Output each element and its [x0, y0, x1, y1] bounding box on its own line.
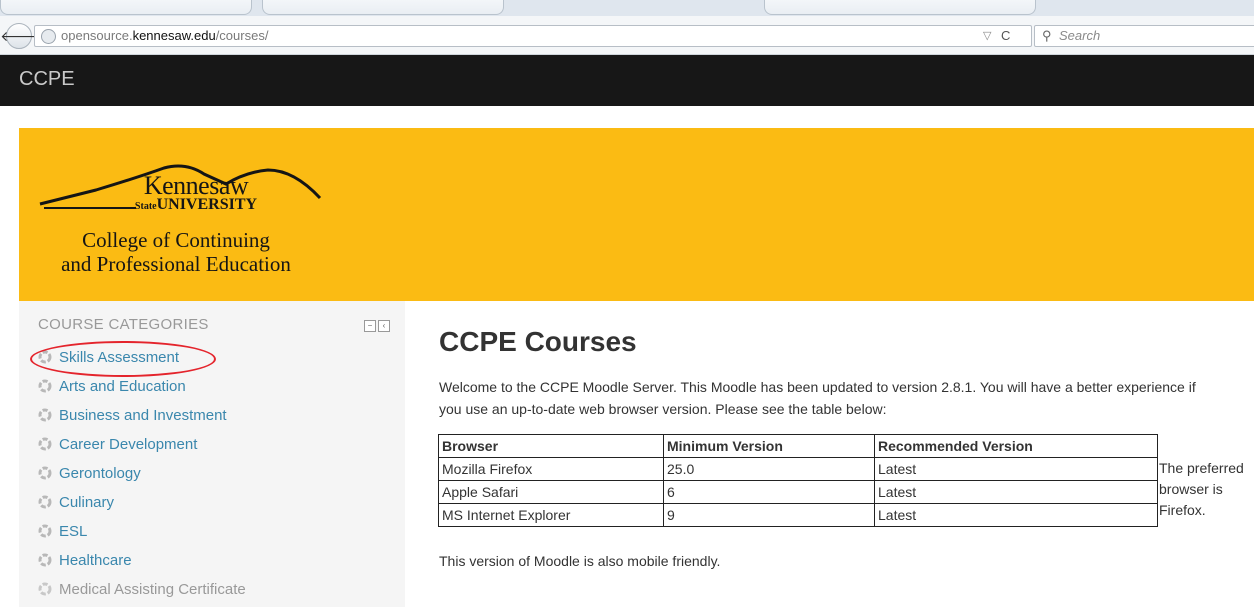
- url-domain: kennesaw.edu: [132, 28, 216, 43]
- category-item-healthcare[interactable]: Healthcare: [36, 551, 246, 580]
- ksu-logo[interactable]: Kennesaw StateUNIVERSITY College of Cont…: [36, 150, 336, 290]
- table-row: Mozilla Firefox 25.0 Latest: [438, 457, 1158, 481]
- category-icon: [38, 553, 52, 567]
- header-banner: Kennesaw StateUNIVERSITY College of Cont…: [19, 128, 1254, 301]
- category-item-business-investment[interactable]: Business and Investment: [36, 406, 246, 435]
- site-brand-link[interactable]: CCPE: [19, 68, 75, 91]
- logo-college-line1: College of Continuing: [82, 228, 270, 252]
- browser-tab[interactable]: [764, 0, 1036, 15]
- category-item-esl[interactable]: ESL: [36, 522, 246, 551]
- reload-icon[interactable]: C: [1001, 26, 1010, 46]
- column-header-min-version: Minimum Version: [663, 434, 875, 458]
- table-cell: Latest: [874, 457, 1158, 481]
- browser-tab[interactable]: [0, 0, 252, 15]
- category-link[interactable]: Business and Investment: [59, 407, 227, 424]
- browser-tab-strip: [0, 0, 1254, 16]
- category-icon: [38, 466, 52, 480]
- table-cell: Latest: [874, 480, 1158, 504]
- globe-icon: [41, 29, 56, 44]
- category-item-medical-assisting[interactable]: Medical Assisting Certificate: [36, 580, 246, 609]
- category-item-career-development[interactable]: Career Development: [36, 435, 246, 464]
- block-title: COURSE CATEGORIES: [38, 316, 209, 333]
- category-icon: [38, 524, 52, 538]
- back-button[interactable]: 🡐: [0, 23, 38, 49]
- table-header-row: Browser Minimum Version Recommended Vers…: [438, 434, 1158, 458]
- table-cell: Latest: [874, 503, 1158, 527]
- column-header-browser: Browser: [438, 434, 664, 458]
- highlight-annotation-ring: [30, 341, 216, 377]
- url-text: opensource.kennesaw.edu/courses/: [61, 28, 269, 43]
- logo-university: UNIVERSITY: [156, 196, 258, 213]
- category-link[interactable]: Gerontology: [59, 465, 141, 482]
- category-link[interactable]: Culinary: [59, 494, 114, 511]
- category-link[interactable]: ESL: [59, 523, 87, 540]
- dock-icon[interactable]: ‹: [378, 320, 390, 332]
- block-controls: − ‹: [364, 320, 392, 338]
- mobile-friendly-note: This version of Moodle is also mobile fr…: [439, 553, 721, 569]
- category-icon: [38, 408, 52, 422]
- table-row: Apple Safari 6 Latest: [438, 480, 1158, 504]
- site-navbar: CCPE: [0, 55, 1254, 106]
- address-bar[interactable]: opensource.kennesaw.edu/courses/ ▽ C: [34, 25, 1032, 47]
- table-cell: MS Internet Explorer: [438, 503, 664, 527]
- category-item-arts-education[interactable]: Arts and Education: [36, 377, 246, 406]
- preferred-browser-note: The preferred browser is Firefox.: [1159, 460, 1244, 518]
- logo-college-line2: and Professional Education: [61, 252, 291, 276]
- logo-state: State: [134, 201, 157, 212]
- category-link[interactable]: Medical Assisting Certificate: [59, 581, 246, 598]
- category-item-gerontology[interactable]: Gerontology: [36, 464, 246, 493]
- dropdown-icon[interactable]: ▽: [983, 26, 991, 46]
- category-item-culinary[interactable]: Culinary: [36, 493, 246, 522]
- category-link[interactable]: Healthcare: [59, 552, 132, 569]
- back-arrow-icon: 🡐: [0, 27, 38, 44]
- page-title: CCPE Courses: [439, 326, 637, 357]
- intro-text: Welcome to the CCPE Moodle Server. This …: [439, 379, 1196, 417]
- collapse-icon[interactable]: −: [364, 320, 376, 332]
- category-icon: [38, 495, 52, 509]
- category-link[interactable]: Career Development: [59, 436, 197, 453]
- table-cell: Mozilla Firefox: [438, 457, 664, 481]
- category-icon: [38, 379, 52, 393]
- search-icon: ⚲: [1042, 28, 1052, 43]
- column-header-recommended: Recommended Version: [874, 434, 1158, 458]
- category-list: Skills Assessment Arts and Education Bus…: [36, 348, 246, 609]
- category-icon: [38, 437, 52, 451]
- table-cell: 9: [663, 503, 875, 527]
- browser-version-table: Browser Minimum Version Recommended Vers…: [438, 434, 1158, 527]
- category-icon: [38, 582, 52, 596]
- category-link[interactable]: Arts and Education: [59, 378, 186, 395]
- browser-tab[interactable]: [262, 0, 504, 15]
- table-cell: 25.0: [663, 457, 875, 481]
- table-cell: Apple Safari: [438, 480, 664, 504]
- logo-state-university: StateUNIVERSITY: [56, 196, 336, 214]
- search-input[interactable]: [1059, 27, 1249, 43]
- browser-nav-bar: 🡐 opensource.kennesaw.edu/courses/ ▽ C ⚲: [0, 16, 1254, 55]
- browser-search-box[interactable]: ⚲: [1034, 25, 1254, 47]
- table-row: MS Internet Explorer 9 Latest: [438, 503, 1158, 527]
- table-cell: 6: [663, 480, 875, 504]
